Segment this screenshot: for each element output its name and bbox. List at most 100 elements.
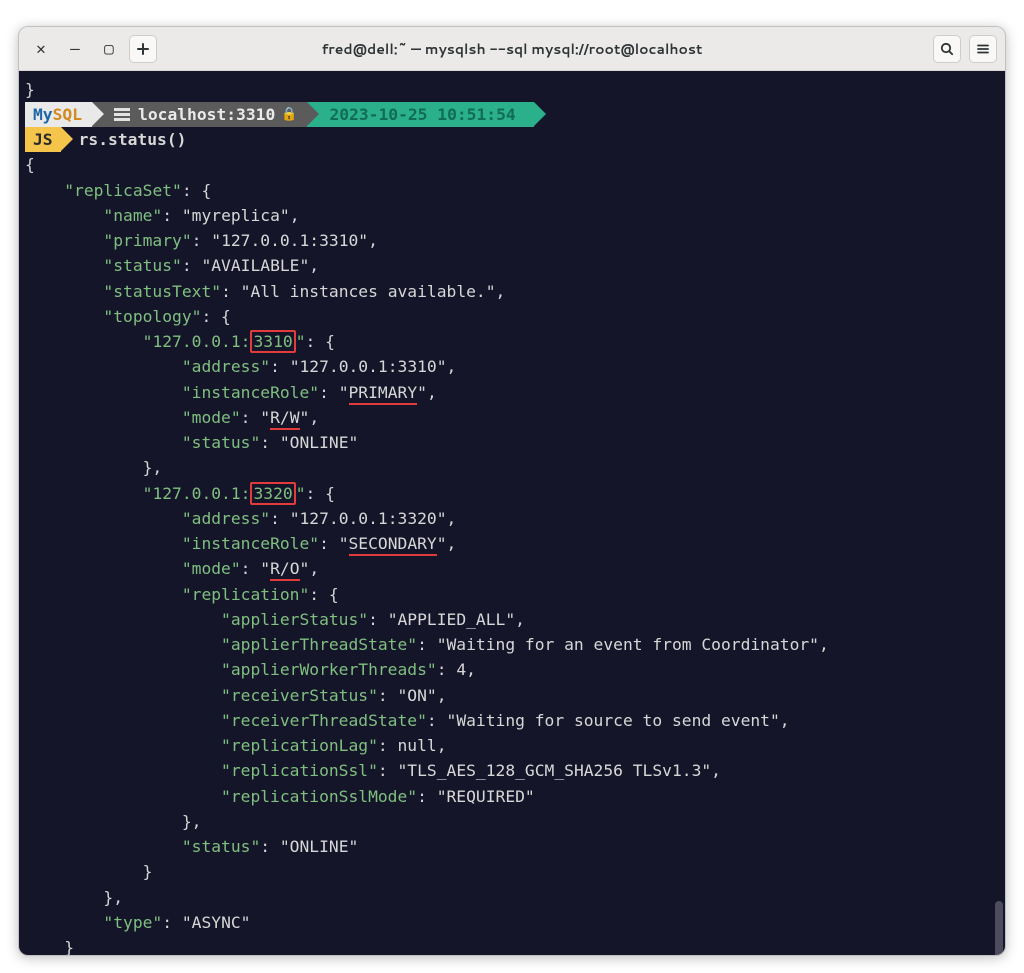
json-value: "ONLINE" — [280, 837, 358, 856]
json-key: "replicationSsl" — [221, 761, 378, 780]
json-key: "status" — [182, 837, 260, 856]
prompt-seg-lang: JS — [25, 127, 61, 152]
json-key: "topology" — [103, 307, 201, 326]
output-line: "receiverStatus": "ON", — [25, 683, 999, 708]
output-line: "instanceRole": "SECONDARY", — [25, 531, 999, 556]
prompt-line-1: MySQL localhost:3310🔒 2023-10-25 10:51:5… — [25, 102, 999, 127]
highlight-mode-rw: R/W — [270, 408, 299, 430]
json-value: "Waiting for an event from Coordinator" — [437, 635, 819, 654]
output-line: "status": "AVAILABLE", — [25, 253, 999, 278]
new-tab-button[interactable] — [129, 35, 157, 63]
terminal-body[interactable]: } MySQL localhost:3310🔒 2023-10-25 10:51… — [19, 71, 1005, 955]
json-value: "All instances available." — [241, 282, 496, 301]
output-line: "replicationLag": null, — [25, 733, 999, 758]
output-line: "mode": "R/W", — [25, 405, 999, 430]
scrollbar-thumb[interactable] — [995, 901, 1003, 955]
json-key: "applierStatus" — [221, 610, 368, 629]
json-key: "applierThreadState" — [221, 635, 417, 654]
json-key: "receiverStatus" — [221, 686, 378, 705]
output-line: }, — [25, 809, 999, 834]
json-key: "statusText" — [103, 282, 221, 301]
json-key-part: "127.0.0.1: — [143, 332, 251, 351]
highlight-port-3310: 3310 — [250, 330, 295, 353]
prompt-line-2: JS rs.status() — [25, 127, 999, 152]
json-key: "instanceRole" — [182, 383, 319, 402]
json-value: "APPLIED_ALL" — [388, 610, 515, 629]
prompt-sql: SQL — [53, 102, 82, 127]
server-icon — [114, 108, 130, 121]
json-key: "replication" — [182, 585, 309, 604]
json-value: "127.0.0.1:3320" — [290, 509, 447, 528]
output-line: "status": "ONLINE" — [25, 834, 999, 859]
json-key: "replicaSet" — [64, 181, 182, 200]
output-line: "primary": "127.0.0.1:3310", — [25, 228, 999, 253]
titlebar: ✕ – ▢ fred@dell:~ — mysqlsh --sql mysql:… — [19, 27, 1005, 71]
output-line: "replicationSslMode": "REQUIRED" — [25, 784, 999, 809]
output-line: "address": "127.0.0.1:3320", — [25, 506, 999, 531]
json-key: "mode" — [182, 559, 241, 578]
menu-button[interactable] — [969, 35, 997, 63]
terminal-window: ✕ – ▢ fred@dell:~ — mysqlsh --sql mysql:… — [18, 26, 1006, 956]
output-line: "replicaSet": { — [25, 178, 999, 203]
output-line: "applierThreadState": "Waiting for an ev… — [25, 632, 999, 657]
output-line: } — [25, 859, 999, 884]
maximize-button[interactable]: ▢ — [95, 35, 123, 63]
output-line: "status": "ONLINE" — [25, 430, 999, 455]
output-line: "replicationSsl": "TLS_AES_128_GCM_SHA25… — [25, 758, 999, 783]
output-line: "replication": { — [25, 582, 999, 607]
search-button[interactable] — [933, 35, 961, 63]
json-key: "replicationLag" — [221, 736, 378, 755]
output-line: }, — [25, 885, 999, 910]
json-value: "ON" — [398, 686, 437, 705]
json-value: "TLS_AES_128_GCM_SHA256 TLSv1.3" — [398, 761, 712, 780]
output-line: "127.0.0.1:3310": { — [25, 329, 999, 354]
prompt-timestamp: 2023-10-25 10:51:54 — [329, 102, 515, 127]
prompt-my: My — [33, 102, 53, 127]
json-key: "name" — [103, 206, 162, 225]
json-key: "primary" — [103, 231, 191, 250]
highlight-port-3320: 3320 — [250, 482, 295, 505]
prompt-seg-mysql: MySQL — [25, 102, 92, 127]
output-line: "address": "127.0.0.1:3310", — [25, 354, 999, 379]
json-key-part: " — [296, 484, 306, 503]
json-value: null — [398, 736, 437, 755]
output-line: { — [25, 152, 999, 177]
window-title: fred@dell:~ — mysqlsh --sql mysql://root… — [19, 39, 1005, 59]
json-key: "type" — [103, 913, 162, 932]
json-key-part: "127.0.0.1: — [143, 484, 251, 503]
plus-icon — [136, 42, 150, 56]
prompt-host: localhost:3310 — [138, 102, 275, 127]
minimize-button[interactable]: – — [61, 35, 89, 63]
json-key: "instanceRole" — [182, 534, 319, 553]
json-value: 4 — [456, 660, 466, 679]
prompt-seg-timestamp: 2023-10-25 10:51:54 — [307, 102, 533, 127]
highlight-role-primary: PRIMARY — [349, 383, 418, 405]
json-key: "address" — [182, 509, 270, 528]
output-line: } — [25, 77, 999, 102]
json-key: "status" — [182, 433, 260, 452]
output-line: }, — [25, 455, 999, 480]
highlight-mode-ro: R/O — [270, 559, 299, 581]
json-value: "REQUIRED" — [437, 787, 535, 806]
output-line: "instanceRole": "PRIMARY", — [25, 380, 999, 405]
prompt-lang: JS — [33, 127, 53, 152]
output-line: "applierStatus": "APPLIED_ALL", — [25, 607, 999, 632]
json-key: "status" — [103, 256, 181, 275]
close-button[interactable]: ✕ — [27, 35, 55, 63]
output-line: } — [25, 935, 999, 955]
json-value: "127.0.0.1:3310" — [290, 357, 447, 376]
json-value: "AVAILABLE" — [201, 256, 309, 275]
json-key: "address" — [182, 357, 270, 376]
json-key-part: " — [296, 332, 306, 351]
output-line: "name": "myreplica", — [25, 203, 999, 228]
json-value: "myreplica" — [182, 206, 290, 225]
hamburger-icon — [976, 42, 990, 56]
output-line: "receiverThreadState": "Waiting for sour… — [25, 708, 999, 733]
output-line: "mode": "R/O", — [25, 556, 999, 581]
output-line: "applierWorkerThreads": 4, — [25, 657, 999, 682]
json-value: "ASYNC" — [182, 913, 251, 932]
json-key: "receiverThreadState" — [221, 711, 427, 730]
json-key: "replicationSslMode" — [221, 787, 417, 806]
command-input[interactable]: rs.status() — [61, 127, 187, 152]
json-value: "Waiting for source to send event" — [447, 711, 780, 730]
